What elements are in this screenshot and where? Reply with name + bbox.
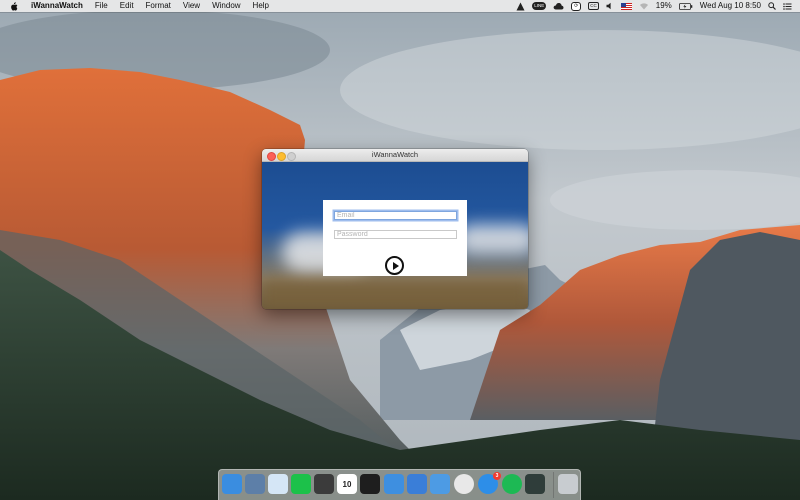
menu-edit[interactable]: Edit — [120, 0, 134, 12]
battery-icon[interactable] — [678, 2, 693, 10]
line-icon-label: LINE — [532, 2, 547, 10]
status-vlc-icon[interactable] — [516, 2, 525, 11]
caption-icon[interactable]: CC — [588, 2, 599, 10]
wifi-icon[interactable] — [639, 2, 649, 10]
dock-chrome-icon[interactable] — [454, 474, 474, 494]
dock-terminal-icon[interactable] — [360, 474, 380, 494]
dock-sublime-text-icon[interactable] — [314, 474, 334, 494]
volume-icon[interactable] — [606, 2, 614, 10]
clock[interactable]: Wed Aug 10 8:50 — [700, 0, 761, 12]
play-icon — [392, 261, 399, 270]
background-blur — [457, 224, 528, 254]
dock-trash-icon[interactable] — [558, 474, 578, 494]
play-login-button[interactable] — [385, 256, 404, 275]
menu-format[interactable]: Format — [146, 0, 171, 12]
menu-window[interactable]: Window — [212, 0, 240, 12]
cloud-icon[interactable] — [553, 2, 564, 10]
dock-messages-icon[interactable] — [268, 474, 288, 494]
dock-preview-icon[interactable] — [245, 474, 265, 494]
flag-us-icon[interactable] — [620, 2, 632, 10]
menu-help[interactable]: Help — [253, 0, 269, 12]
login-panel — [323, 200, 467, 276]
status-area: LINE ⟳ CC 19% Wed Aug 10 8:50 — [509, 0, 792, 12]
line-icon[interactable]: LINE — [532, 2, 547, 10]
sync-icon[interactable]: ⟳ — [571, 1, 582, 11]
dock-folder-icon[interactable] — [430, 474, 450, 494]
dock-claquette-icon[interactable] — [525, 474, 545, 494]
dock-upload-icon[interactable] — [384, 474, 404, 494]
window-title: iWannaWatch — [371, 150, 419, 159]
menu-app-name[interactable]: iWannaWatch — [31, 0, 83, 12]
dock-separator — [553, 472, 554, 498]
menu-file[interactable]: File — [95, 0, 108, 12]
menu-bar: iWannaWatch File Edit Format View Window… — [0, 0, 800, 12]
battery-percent[interactable]: 19% — [656, 0, 672, 12]
spotlight-search-icon[interactable] — [768, 2, 776, 10]
dock-calendar-date: 10 — [342, 479, 352, 489]
dock-line-icon[interactable] — [291, 474, 311, 494]
password-input[interactable] — [334, 230, 457, 239]
menu-view[interactable]: View — [183, 0, 200, 12]
dock-app-store-icon[interactable]: 3 — [478, 472, 501, 494]
email-input[interactable] — [334, 211, 457, 220]
window-titlebar[interactable]: iWannaWatch — [262, 149, 528, 162]
dock-badge: 3 — [493, 472, 501, 480]
dock-calendar-icon[interactable]: 10 — [337, 474, 357, 494]
window-content — [262, 162, 528, 309]
background-blur — [262, 280, 528, 309]
dock-finder-icon[interactable] — [222, 474, 242, 494]
app-window: iWannaWatch — [262, 149, 528, 309]
dock-spotify-icon[interactable] — [502, 474, 522, 494]
dock-xcode-icon[interactable] — [407, 474, 427, 494]
notification-center-icon[interactable] — [783, 2, 792, 10]
apple-icon[interactable] — [9, 1, 19, 11]
